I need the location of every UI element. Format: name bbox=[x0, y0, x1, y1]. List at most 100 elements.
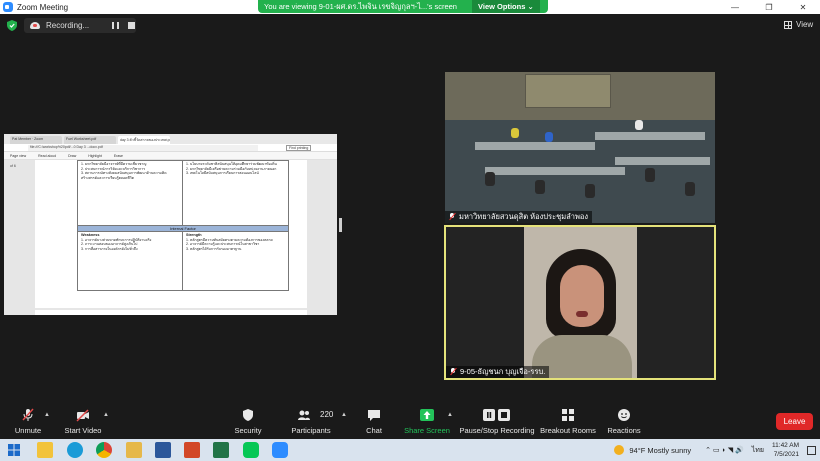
participant-name: 9-05-ธัญชนก บุญเจือ-รรบ. bbox=[460, 367, 546, 376]
windows-start-icon[interactable] bbox=[6, 442, 22, 458]
list-item: 3. สถานการณ์ทางสังคมสนับสนุนการพัฒนาด้าน… bbox=[81, 171, 167, 180]
table-cell: 1. นโยบายระดับชาติสนับสนุนให้อุดมศึกษาร่… bbox=[183, 161, 288, 225]
share-options-chevron-icon[interactable]: ▲ bbox=[447, 412, 453, 418]
chair bbox=[585, 184, 595, 198]
powerpoint-icon[interactable] bbox=[184, 442, 200, 458]
minimize-button[interactable]: — bbox=[718, 0, 752, 14]
window-controls: — ❐ ✕ bbox=[718, 0, 820, 14]
pdf-toolbar: Page view Read aloud Draw Highlight Eras… bbox=[4, 152, 337, 160]
zoom-logo-icon bbox=[3, 2, 13, 12]
reactions-button[interactable]: Reactions bbox=[584, 403, 664, 438]
zoom-app-icon[interactable] bbox=[272, 442, 288, 458]
chair bbox=[535, 180, 545, 194]
excel-icon[interactable] bbox=[213, 442, 229, 458]
muted-microphone-icon bbox=[22, 408, 34, 421]
share-screen-icon bbox=[420, 409, 434, 421]
clock-date: 7/5/2021 bbox=[773, 451, 799, 458]
participants-count: 220 bbox=[320, 410, 334, 419]
video-subject-mouth bbox=[576, 311, 588, 317]
shield-icon[interactable] bbox=[7, 20, 17, 31]
notifications-icon[interactable] bbox=[807, 445, 816, 455]
edge-browser-icon[interactable] bbox=[67, 442, 83, 458]
pause-stop-recording-button[interactable]: Pause/Stop Recording bbox=[457, 403, 537, 438]
weather-sun-icon[interactable] bbox=[614, 445, 625, 455]
pdf-viewer: of 6 1. มหาวิทยาลัยมีอาจารย์ที่มีความเชี… bbox=[4, 160, 337, 315]
room-display bbox=[525, 74, 611, 108]
participant-video bbox=[524, 227, 637, 378]
chat-label: Chat bbox=[366, 426, 382, 435]
desk bbox=[485, 167, 625, 175]
security-shield-icon bbox=[243, 409, 253, 421]
video-options-chevron-icon[interactable]: ▲ bbox=[103, 412, 109, 418]
weather-text[interactable]: 94°F Mostly sunny bbox=[629, 446, 691, 455]
chair bbox=[645, 168, 655, 182]
list-item: 3. การสื่อสารภายในองค์กรยังไม่ทั่วถึง bbox=[81, 246, 138, 251]
view-button[interactable]: View bbox=[784, 20, 813, 29]
close-button[interactable]: ✕ bbox=[786, 0, 820, 14]
desk bbox=[475, 142, 595, 150]
list-item: 3. เทคโนโลยีสนับสนุนการเรียนการสอนออนไลน… bbox=[186, 171, 259, 176]
desk bbox=[615, 157, 710, 165]
participant-name-label: มหาวิทยาลัยสวนดุสิต ห้องประชุมลำพอง bbox=[445, 211, 593, 223]
browser-tab: Fuel Worksheet.pdf bbox=[64, 136, 116, 144]
chrome-browser-icon[interactable] bbox=[96, 442, 112, 458]
unmute-label: Unmute bbox=[14, 426, 42, 435]
video-tile-active-speaker[interactable]: 9-05-ธัญชนก บุญเจือ-รรบ. bbox=[444, 225, 716, 380]
recording-indicator: Recording... bbox=[24, 18, 136, 33]
pdf-tool: Erase bbox=[113, 153, 124, 158]
recording-label: Recording... bbox=[46, 21, 90, 30]
share-screen-label: Share Screen bbox=[404, 426, 450, 435]
browser-url: file:///C:/workshop%20pdf/...0 Day 3 ...… bbox=[28, 144, 258, 151]
attendee bbox=[635, 120, 643, 130]
attendee bbox=[511, 128, 519, 138]
muted-mic-icon bbox=[450, 368, 456, 376]
cloud-record-icon bbox=[30, 22, 40, 29]
maximize-button[interactable]: ❐ bbox=[752, 0, 786, 14]
browser-address-bar: file:///C:/workshop%20pdf/...0 Day 3 ...… bbox=[4, 144, 337, 152]
find-printing-button: Find printing bbox=[286, 144, 312, 151]
browser-tab-active: day 3 ตัวชี้วัดสากลของประเทศ.pdf bbox=[118, 136, 170, 144]
leave-button[interactable]: Leave bbox=[776, 413, 813, 430]
taskbar-clock[interactable]: 11:42 AM 7/5/2021 bbox=[772, 441, 799, 459]
windows-taskbar: 94°F Mostly sunny ⌃ ▭ ◗ ◥ 🔊 ไทย 11:42 AM… bbox=[0, 439, 820, 461]
internal-factor-header: Internal Factor bbox=[78, 225, 288, 232]
reactions-emoji-icon bbox=[618, 409, 630, 421]
page-count: of 6 bbox=[10, 164, 16, 168]
pause-stop-recording-label: Pause/Stop Recording bbox=[459, 426, 535, 435]
tray-icons[interactable]: ⌃ ▭ ◗ ◥ 🔊 bbox=[705, 446, 744, 454]
pdf-tool: Draw bbox=[68, 153, 77, 158]
video-tile-room[interactable]: มหาวิทยาลัยสวนดุสิต ห้องประชุมลำพอง bbox=[445, 72, 715, 223]
shared-screen[interactable]: Pat Member · Zoom Fuel Worksheet.pdf day… bbox=[4, 134, 337, 315]
start-video-button[interactable]: Start Video bbox=[43, 403, 123, 438]
breakout-rooms-icon bbox=[562, 409, 574, 421]
split-resize-handle[interactable] bbox=[339, 218, 342, 232]
window-title: Zoom Meeting bbox=[17, 2, 69, 12]
file-folder-icon[interactable] bbox=[126, 442, 142, 458]
browser-tabs: Pat Member · Zoom Fuel Worksheet.pdf day… bbox=[4, 134, 337, 144]
participant-name: มหาวิทยาลัยสวนดุสิต ห้องประชุมลำพอง bbox=[459, 212, 589, 221]
system-tray: 94°F Mostly sunny ⌃ ▭ ◗ ◥ 🔊 ไทย 11:42 AM… bbox=[614, 439, 816, 461]
start-video-label: Start Video bbox=[64, 426, 102, 435]
word-icon[interactable] bbox=[155, 442, 171, 458]
viewing-screen-message: You are viewing 9-01-ผศ.ดร.ไพจิน เรขจิญก… bbox=[264, 1, 457, 11]
line-app-icon[interactable] bbox=[243, 442, 259, 458]
list-item: 3. หลักสูตรได้รับการรับรองมาตรฐาน bbox=[186, 246, 242, 251]
pdf-next-page bbox=[35, 310, 307, 315]
pdf-tool: Page view bbox=[10, 153, 27, 158]
chair bbox=[685, 182, 695, 196]
file-explorer-icon[interactable] bbox=[37, 442, 53, 458]
muted-mic-icon bbox=[449, 213, 455, 221]
stop-recording-icon[interactable] bbox=[128, 22, 135, 29]
language-indicator[interactable]: ไทย bbox=[752, 445, 764, 456]
screen-share-banner: You are viewing 9-01-ผศ.ดร.ไพจิน เรขจิญก… bbox=[258, 0, 548, 13]
video-off-icon bbox=[76, 409, 89, 422]
view-options-button[interactable]: View Options ⌄ bbox=[472, 0, 540, 13]
chat-bubble-icon bbox=[368, 410, 380, 421]
pause-recording-icon[interactable] bbox=[112, 22, 119, 29]
pdf-page: 1. มหาวิทยาลัยมีอาจารย์ที่มีความเชี่ยวชา… bbox=[35, 160, 307, 308]
video-subject-face bbox=[560, 265, 604, 327]
share-screen-button[interactable]: Share Screen bbox=[387, 403, 467, 438]
attendee bbox=[545, 132, 553, 142]
swot-table: 1. มหาวิทยาลัยมีอาจารย์ที่มีความเชี่ยวชา… bbox=[77, 160, 289, 291]
view-label: View bbox=[796, 20, 814, 29]
